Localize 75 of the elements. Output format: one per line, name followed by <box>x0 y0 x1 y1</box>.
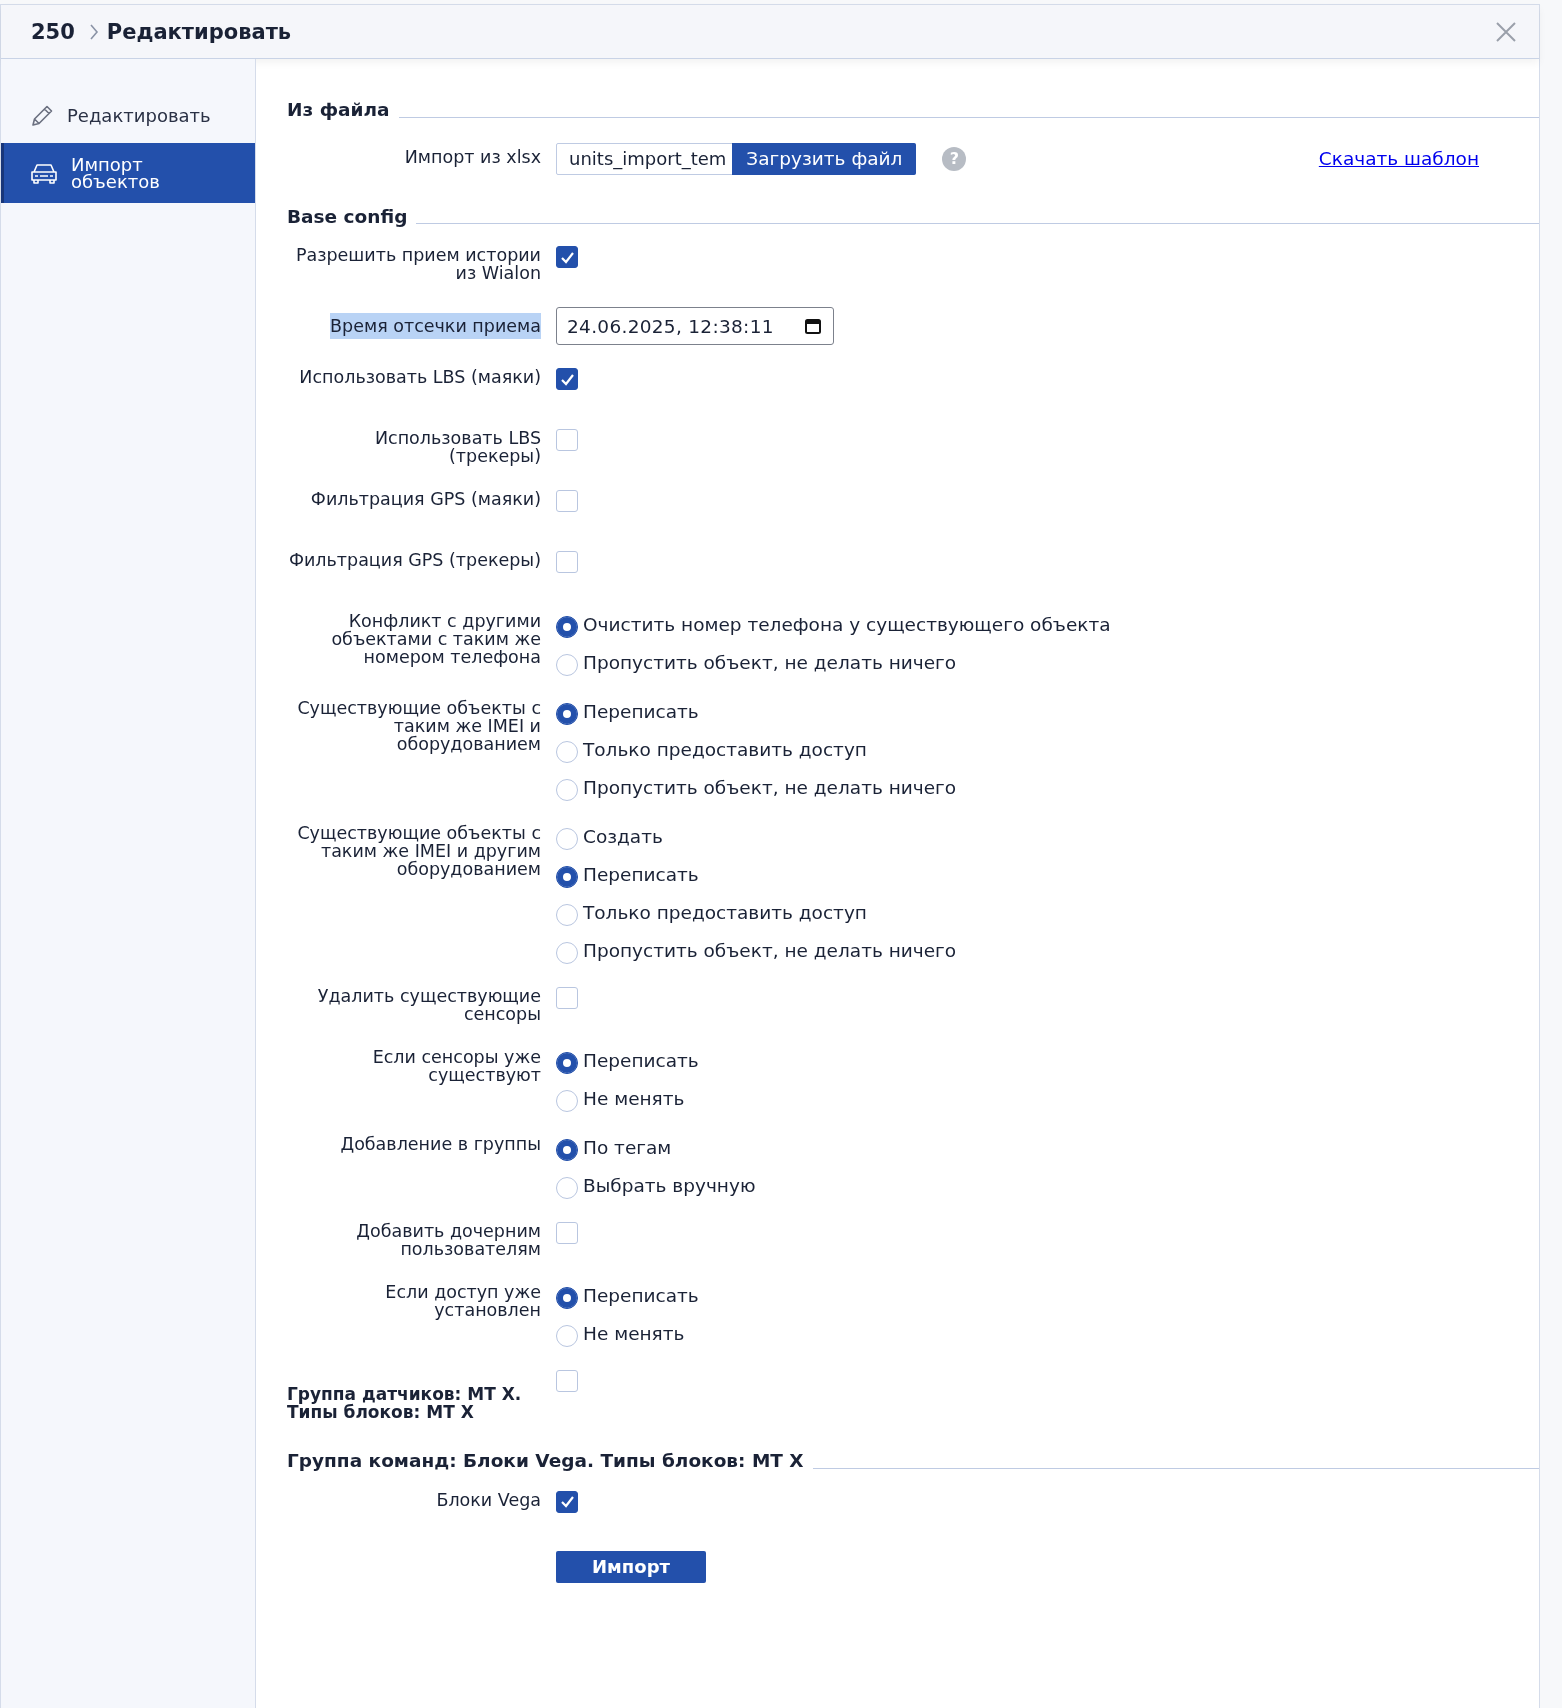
field-label: Использовать LBS (маяки) <box>299 368 541 386</box>
radio-button[interactable] <box>556 703 578 725</box>
option-label: Не менять <box>583 1322 685 1346</box>
checkbox[interactable] <box>556 1222 578 1244</box>
sidebar-item[interactable]: Импорт объектов <box>1 143 255 203</box>
close-icon <box>1495 20 1517 43</box>
option-label: Пропустить объект, не делать ничего <box>583 776 957 800</box>
radio-button[interactable] <box>556 904 578 926</box>
radio-button[interactable] <box>556 741 578 763</box>
radio-button[interactable] <box>556 1139 578 1161</box>
option-label: Очистить номер телефона у существующего объекта <box>583 613 1111 637</box>
radio-button[interactable] <box>556 1090 578 1112</box>
radio-button[interactable] <box>556 866 578 888</box>
checkbox[interactable] <box>556 368 578 390</box>
checkbox[interactable] <box>556 246 578 268</box>
field-label: Время отсечки приема <box>330 313 541 339</box>
option-label: Переписать <box>583 1284 699 1308</box>
checkmark-icon <box>559 250 575 264</box>
file-field[interactable]: units_import_tem Загрузить файл <box>556 142 917 175</box>
radio-button[interactable] <box>556 654 578 676</box>
option-label: Не менять <box>583 1087 685 1111</box>
option-label: Переписать <box>583 700 699 724</box>
checkbox[interactable] <box>556 429 578 451</box>
field-label: Блоки Vega <box>436 1490 541 1509</box>
checkmark-icon <box>559 372 575 386</box>
download-link[interactable]: Скачать шаблон <box>1318 148 1479 169</box>
radio-button[interactable] <box>556 1287 578 1309</box>
field-label: Если доступ уже установлен <box>384 1283 541 1319</box>
upload-button[interactable]: Загрузить файл <box>732 142 917 175</box>
chevron-icon <box>88 22 99 41</box>
option-label: Создать <box>583 825 663 849</box>
checkbox[interactable] <box>556 551 578 573</box>
field-label: Добавление в группы <box>340 1135 541 1153</box>
section-title: Base config <box>287 207 408 226</box>
checkbox[interactable] <box>556 490 578 512</box>
section-title: Группа команд: Блоки Vega. Типы блоков: MT X <box>287 1452 804 1471</box>
field-label: Конфликт с другими объектами с таким же номером телефона <box>330 612 541 666</box>
option-label: Пропустить объект, не делать ничего <box>583 939 957 963</box>
option-label: Переписать <box>583 1049 699 1073</box>
radio-button[interactable] <box>556 1325 578 1347</box>
import-button[interactable]: Импорт <box>556 1550 706 1583</box>
field-label: Удалить существующие сенсоры <box>316 987 541 1023</box>
breadcrumb-link[interactable]: 250 <box>31 19 75 44</box>
option-label: Только предоставить доступ <box>583 738 867 762</box>
option-label: Выбрать вручную <box>583 1174 756 1198</box>
option-label: Переписать <box>583 863 699 887</box>
radio-button[interactable] <box>556 942 578 964</box>
checkmark-icon <box>559 1495 575 1508</box>
field-label: Фильтрация GPS (маяки) <box>310 490 541 508</box>
calendar-icon <box>805 318 821 334</box>
radio-button[interactable] <box>556 1177 578 1199</box>
car-icon <box>29 161 59 185</box>
field-label: Если сенсоры уже существуют <box>371 1048 541 1084</box>
field-label: Фильтрация GPS (трекеры) <box>288 551 541 569</box>
radio-button[interactable] <box>556 779 578 801</box>
field-label: Существующие объекты с таким же IMEI и оборудованием <box>296 699 541 753</box>
sidebar-item[interactable]: Редактировать <box>1 88 255 143</box>
field-label: Импорт из xlsx <box>404 147 541 166</box>
field-label: Добавить дочерним пользователям <box>355 1222 541 1258</box>
checkbox[interactable] <box>556 987 578 1009</box>
option-label: Только предоставить доступ <box>583 901 867 925</box>
page-title: Редактировать <box>106 19 292 44</box>
option-label: Пропустить объект, не делать ничего <box>583 651 957 675</box>
option-label: По тегам <box>583 1136 672 1160</box>
field-label: Разрешить прием истории из Wialon <box>294 246 541 282</box>
field-label: Группа датчиков: MT X. Типы блоков: MT X <box>287 1385 523 1421</box>
date-time-field[interactable]: 24.06.2025, 12:38:11 <box>556 307 834 345</box>
section-title: Из файла <box>287 101 390 120</box>
radio-button[interactable] <box>556 828 578 850</box>
field-label: Существующие объекты с таким же IMEI и другим оборудованием <box>296 824 541 878</box>
checkbox[interactable] <box>556 1370 578 1392</box>
field-label: Использовать LBS (трекеры) <box>373 429 541 465</box>
radio-button[interactable] <box>556 1052 578 1074</box>
radio-button[interactable] <box>556 616 578 638</box>
checkbox[interactable] <box>556 1490 578 1513</box>
